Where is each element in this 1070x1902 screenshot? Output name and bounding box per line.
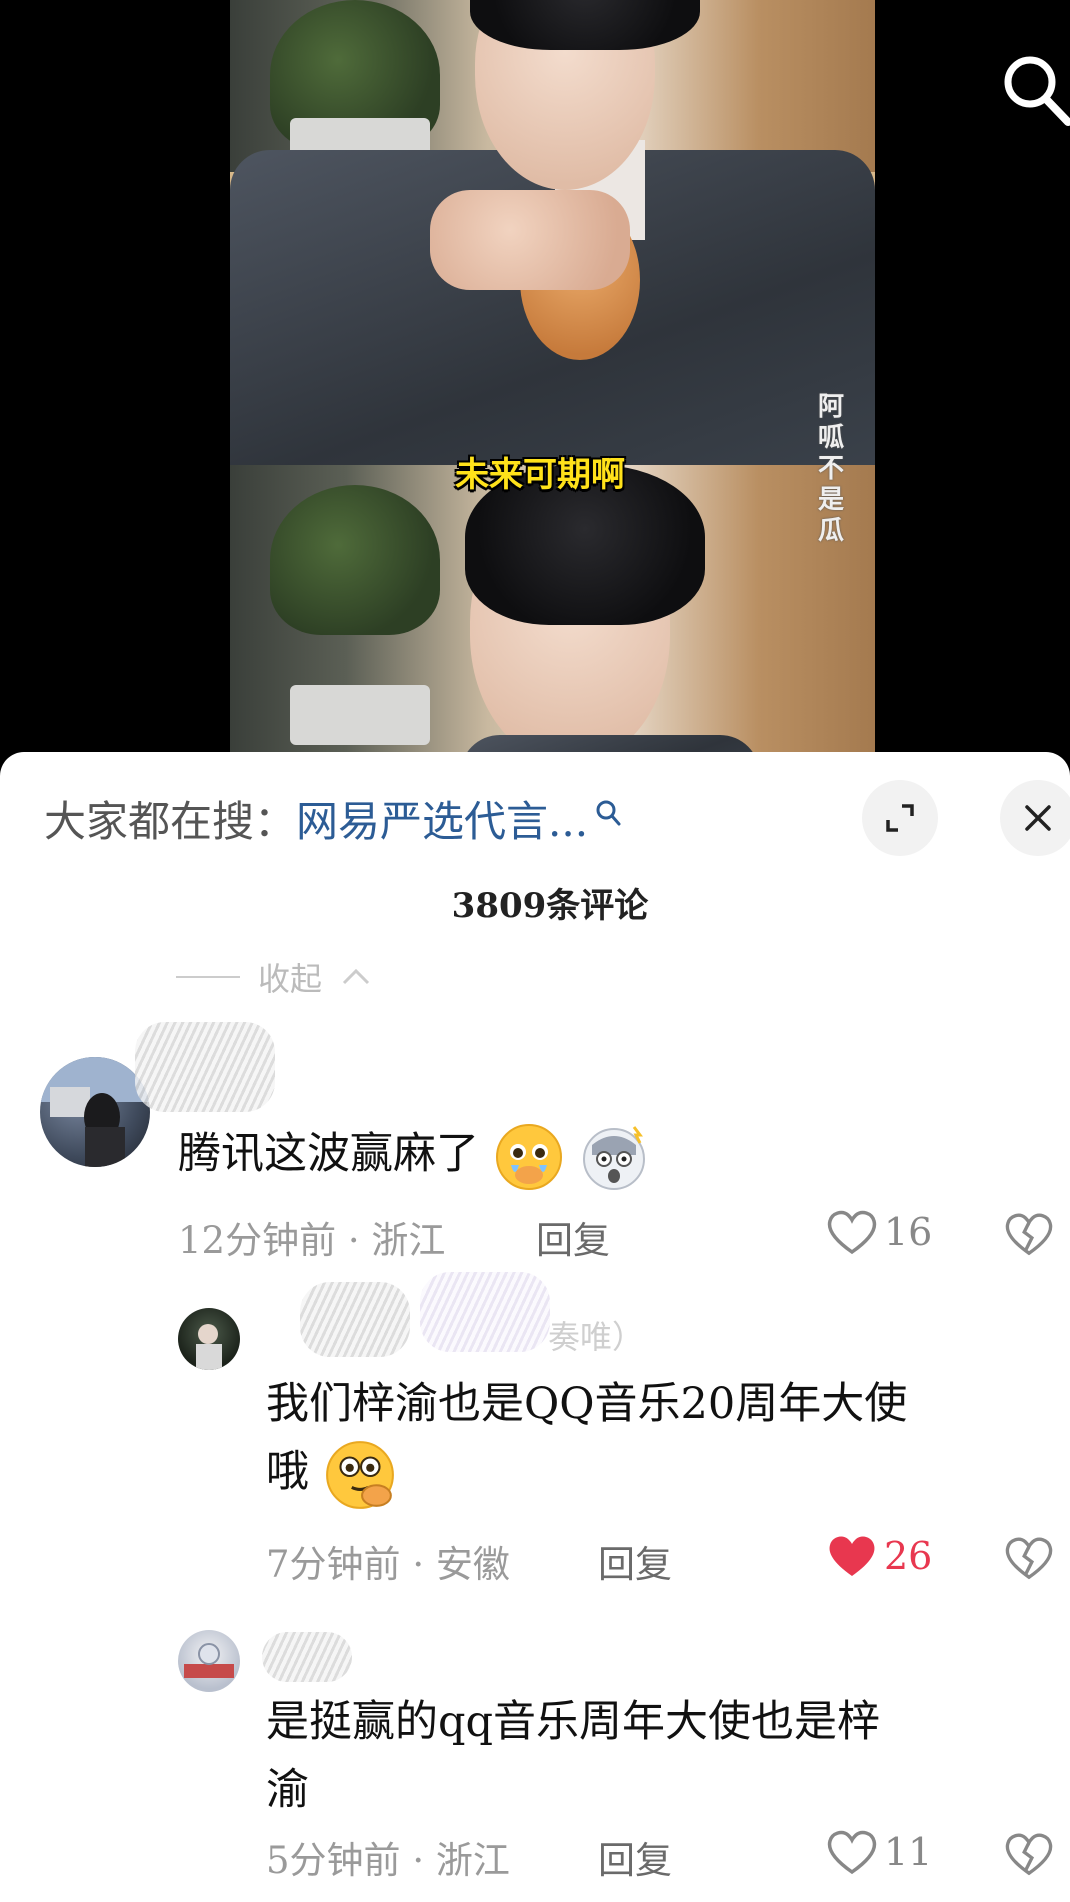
avatar-image [184, 1643, 234, 1678]
search-icon [1004, 56, 1070, 126]
avatar[interactable] [178, 1630, 240, 1692]
comment-meta: 12分钟前 · 浙江 [178, 1210, 445, 1264]
hair [470, 0, 700, 50]
like-count: 16 [884, 1210, 933, 1254]
video-scene-top [230, 0, 875, 465]
username-redacted[interactable] [300, 1282, 410, 1357]
heart-filled-icon [829, 1536, 875, 1576]
like-count: 11 [884, 1830, 933, 1874]
comment-body: 腾讯这波赢麻了 [178, 1129, 479, 1179]
dislike-button[interactable] [1004, 1830, 1054, 1882]
avatar-image [196, 1324, 222, 1370]
expand-icon [886, 804, 914, 832]
collapse-label: 收起 [258, 960, 323, 998]
flushed-peek-emoji-icon [325, 1441, 394, 1509]
chevron-up-icon [342, 968, 370, 985]
like-button[interactable]: 16 [826, 1208, 932, 1256]
comment-location: 安徽 [435, 1543, 510, 1586]
hand [430, 190, 630, 290]
heart-outline-icon [827, 1830, 877, 1875]
avatar[interactable] [178, 1308, 240, 1370]
username-tail: 奏唯） [548, 1318, 645, 1356]
comment-time: 12分钟前 [178, 1219, 337, 1262]
comment-panel: 大家都在搜： 网易严选代言... 3809条评论 收起 腾讯这波赢麻了 12分钟… [0, 752, 1070, 1902]
comment-location: 浙江 [435, 1839, 510, 1882]
meta-separator: · [347, 1219, 360, 1262]
like-count: 26 [884, 1534, 933, 1578]
collapse-replies-button[interactable]: 收起 [176, 954, 372, 1000]
video-player[interactable]: 未来可期啊 阿呱不是瓜 [0, 0, 1070, 770]
like-button[interactable]: 26 [826, 1532, 932, 1580]
reply-button[interactable]: 回复 [598, 1534, 672, 1588]
plant [270, 485, 440, 635]
avatar[interactable] [40, 1057, 150, 1167]
video-watermark: 阿呱不是瓜 [817, 392, 844, 546]
dislike-button[interactable] [1004, 1534, 1054, 1586]
comment-body-line: 哦 [266, 1447, 309, 1497]
username-redacted[interactable] [420, 1272, 550, 1352]
comment-body-line: 是挺赢的qq音乐周年大使也是梓 [266, 1697, 881, 1747]
heart-outline-icon [827, 1210, 877, 1255]
comment-count-title: 3809条评论 [451, 886, 649, 926]
comment-meta: 7分钟前 · 安徽 [266, 1534, 510, 1588]
divider [176, 976, 240, 978]
avatar-image [40, 1057, 150, 1167]
expand-button[interactable] [862, 780, 938, 856]
broken-heart-icon [1005, 1537, 1053, 1580]
username-redacted[interactable] [135, 1022, 275, 1112]
dislike-button[interactable] [1004, 1210, 1054, 1262]
username-redacted[interactable] [262, 1632, 352, 1682]
close-icon [1025, 805, 1051, 831]
comment-text: 是挺赢的qq音乐周年大使也是梓 渝 [266, 1688, 880, 1824]
comment-time: 7分钟前 [266, 1543, 401, 1586]
comment-text: 我们梓渝也是QQ音乐20周年大使 哦 [266, 1370, 907, 1512]
broken-heart-icon [1005, 1833, 1053, 1876]
trending-search-bar[interactable]: 大家都在搜： 网易严选代言... [44, 788, 622, 849]
comment-body-line: 渝 [266, 1765, 309, 1815]
close-button[interactable] [1000, 780, 1070, 856]
broken-heart-icon [1005, 1213, 1053, 1256]
like-button[interactable]: 11 [826, 1828, 932, 1876]
reply-button[interactable]: 回复 [598, 1830, 672, 1884]
comment-meta: 5分钟前 · 浙江 [266, 1830, 510, 1884]
reply-button[interactable]: 回复 [536, 1210, 610, 1264]
comment-time: 5分钟前 [266, 1839, 401, 1882]
pleading-crying-emoji-icon [495, 1124, 562, 1190]
meta-separator: · [412, 1543, 425, 1586]
comment-body-line: 我们梓渝也是QQ音乐20周年大使 [266, 1379, 908, 1429]
comment-text: 腾讯这波赢麻了 [178, 1120, 650, 1193]
search-icon [596, 800, 621, 825]
video-caption: 未来可期啊 [455, 455, 625, 495]
video-frame[interactable]: 未来可期啊 阿呱不是瓜 [230, 0, 875, 770]
shocked-emoji-icon [583, 1126, 646, 1190]
comment-body-line-wrap: 哦 [266, 1438, 907, 1512]
search-button[interactable] [996, 48, 1070, 128]
plant-pot [290, 685, 430, 745]
meta-separator: · [412, 1839, 425, 1882]
trending-search-prefix: 大家都在搜： [44, 797, 297, 846]
video-scene-bottom [230, 465, 875, 770]
comment-location: 浙江 [371, 1219, 446, 1262]
trending-search-term[interactable]: 网易严选代言... [296, 788, 588, 849]
